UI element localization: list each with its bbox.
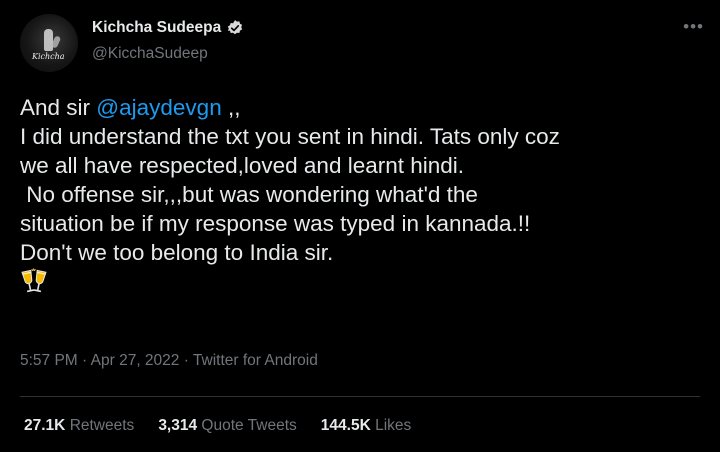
- mention-link[interactable]: @ajaydevgn: [96, 95, 221, 120]
- meta-separator: ·: [77, 352, 91, 369]
- retweets-label: Retweets: [69, 417, 135, 434]
- likes-stat[interactable]: 144.5K Likes: [321, 417, 411, 435]
- tweet-time[interactable]: 5:57 PM: [20, 352, 78, 369]
- author-name-row[interactable]: Kichcha Sudeepa: [92, 19, 244, 37]
- verified-badge-icon: [226, 19, 244, 37]
- tweet-line: situation be if my response was typed in…: [20, 211, 531, 236]
- tweet-source: Twitter for Android: [192, 352, 318, 369]
- quote-tweets-label: Quote Tweets: [201, 417, 297, 434]
- meta-separator: ·: [179, 352, 193, 369]
- clinking-glasses-icon: [20, 267, 48, 295]
- quote-tweets-count: 3,314: [158, 417, 198, 434]
- author-handle[interactable]: @KicchaSudeep: [92, 45, 208, 63]
- likes-count: 144.5K: [320, 417, 371, 434]
- retweets-stat[interactable]: 27.1K Retweets: [24, 417, 134, 435]
- avatar-signature: Kichcha: [32, 52, 65, 61]
- tweet-intro: And sir: [20, 95, 97, 120]
- avatar-figure: [44, 29, 53, 51]
- divider: [20, 396, 700, 397]
- tweet-meta: 5:57 PM · Apr 27, 2022 · Twitter for And…: [20, 352, 318, 370]
- tweet-text: And sir @ajaydevgn ,, I did understand t…: [20, 93, 710, 298]
- tweet-card: Kichcha Kichcha Sudeepa @KicchaSudeep ••…: [0, 0, 720, 452]
- tweet-line: we all have respected,loved and learnt h…: [20, 153, 465, 178]
- engagement-stats: 27.1K Retweets 3,314 Quote Tweets 144.5K…: [24, 417, 435, 435]
- tweet-line: Don't we too belong to India sir.: [20, 240, 334, 265]
- more-horizontal-icon[interactable]: •••: [683, 18, 704, 35]
- tweet-line: No offense sir,,,but was wondering what'…: [20, 182, 478, 207]
- tweet-line: I did understand the txt you sent in hin…: [20, 124, 560, 149]
- tweet-date[interactable]: Apr 27, 2022: [91, 352, 180, 369]
- quote-tweets-stat[interactable]: 3,314 Quote Tweets: [158, 417, 296, 435]
- avatar[interactable]: Kichcha: [20, 14, 78, 72]
- tweet-intro-tail: ,,: [221, 95, 241, 120]
- likes-label: Likes: [375, 417, 412, 434]
- retweets-count: 27.1K: [24, 417, 66, 434]
- author-display-name[interactable]: Kichcha Sudeepa: [92, 19, 221, 37]
